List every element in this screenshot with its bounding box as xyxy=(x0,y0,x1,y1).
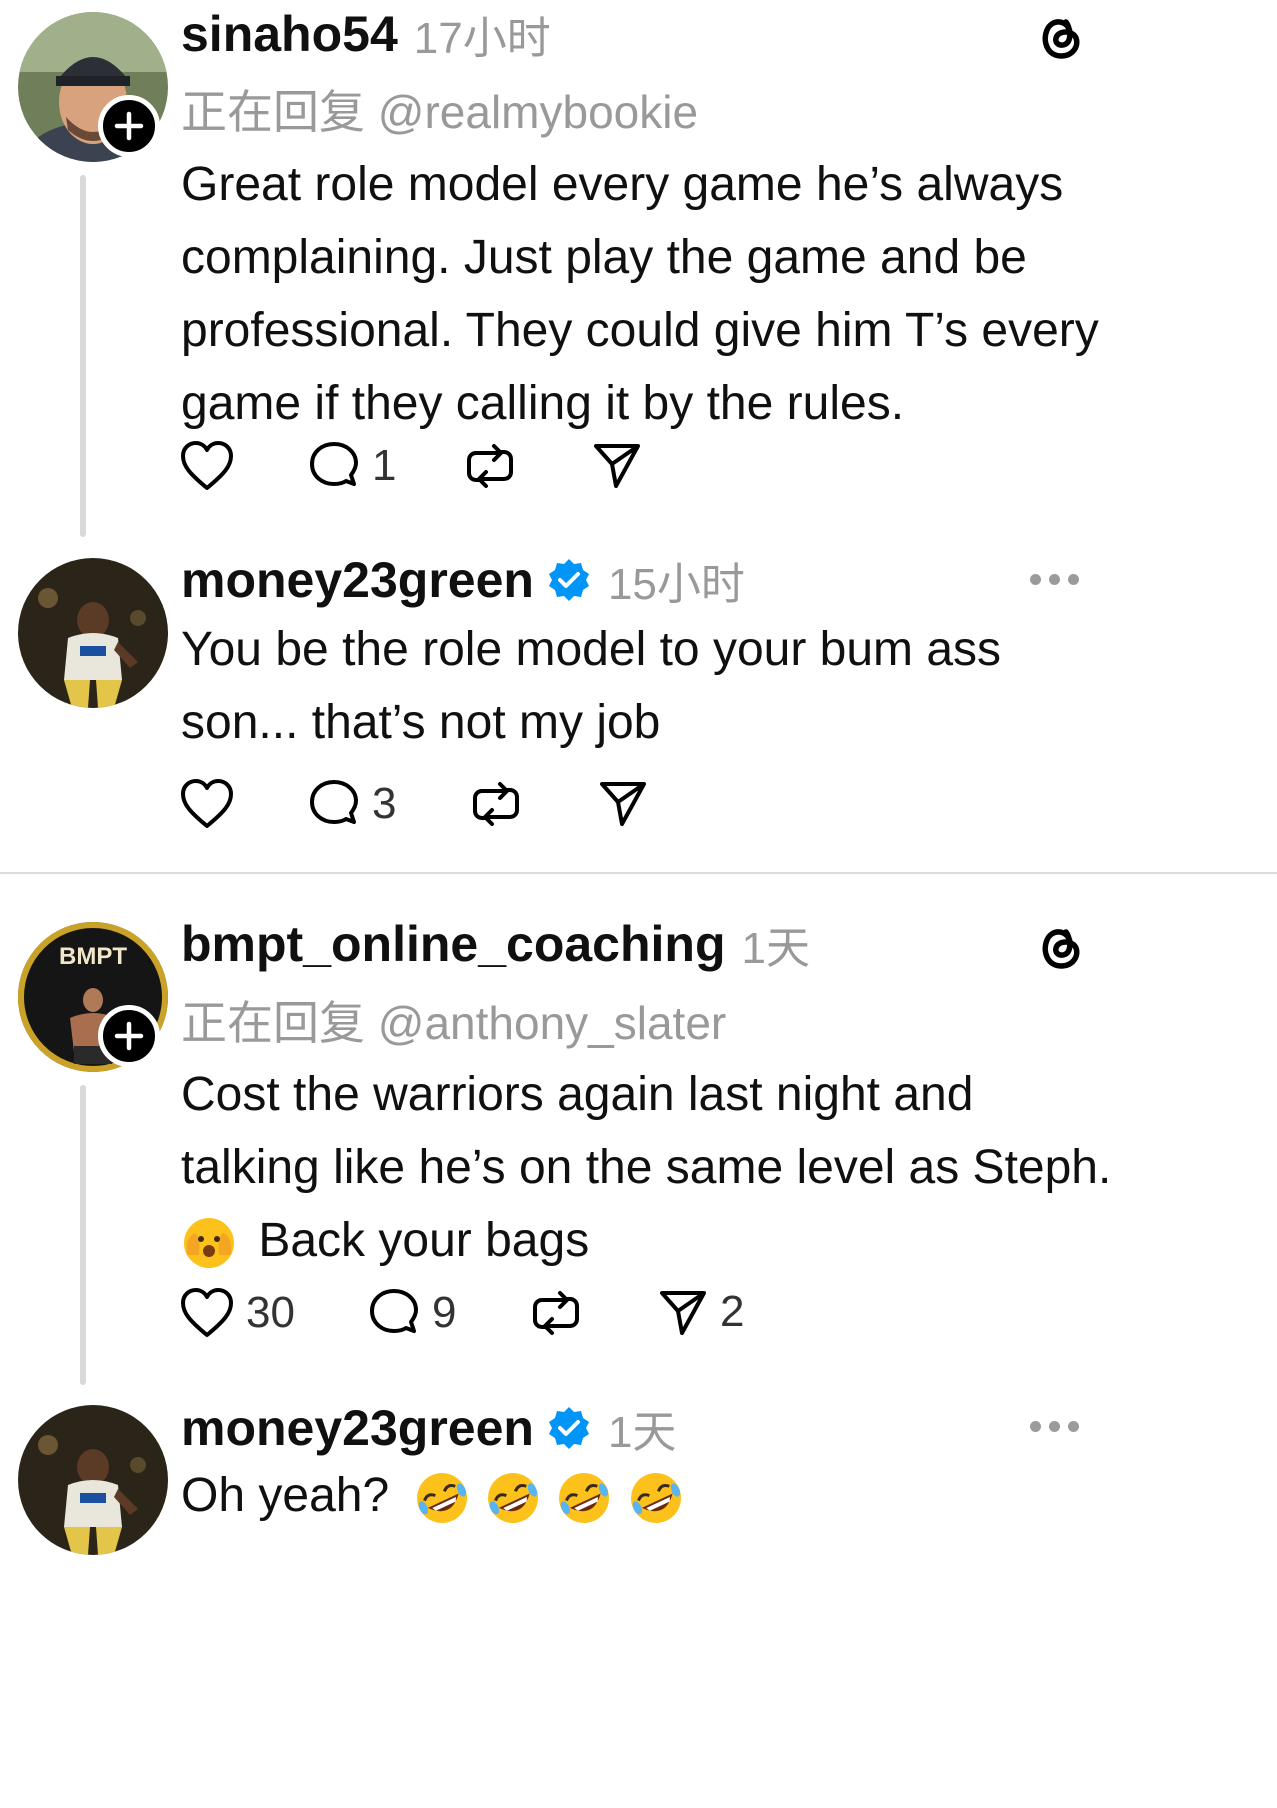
timestamp: 1天 xyxy=(741,924,810,973)
comment-icon xyxy=(310,442,358,486)
share-button[interactable] xyxy=(598,778,648,828)
repost-icon xyxy=(473,782,519,826)
post-text-line: complaining. Just play the game and be xyxy=(181,231,1027,284)
post-text-line: Oh yeah? xyxy=(181,1459,685,1532)
like-button[interactable]: 30 xyxy=(180,1287,295,1339)
like-button[interactable] xyxy=(180,440,234,492)
comment-icon xyxy=(310,780,358,824)
timestamp: 15小时 xyxy=(607,560,745,609)
post-text-fragment: Oh yeah? xyxy=(181,1469,390,1522)
share-count: 2 xyxy=(720,1287,745,1336)
username[interactable]: sinaho54 xyxy=(181,5,398,63)
like-count: 30 xyxy=(246,1288,295,1337)
laughing-emoji-group xyxy=(413,1469,685,1524)
post-text-line: You be the role model to your bum ass xyxy=(181,623,1002,676)
threads-logo-icon[interactable] xyxy=(1030,916,1088,974)
heart-icon xyxy=(181,779,233,828)
follow-plus-icon xyxy=(114,111,144,141)
post-text-line: Cost the warriors again last night and xyxy=(181,1068,974,1121)
more-options-icon[interactable] xyxy=(1030,1421,1079,1432)
heart-icon xyxy=(181,1288,233,1337)
comment-button[interactable]: 1 xyxy=(308,440,396,492)
post-body: Oh yeah? xyxy=(181,1459,685,1532)
comment-icon xyxy=(370,1289,418,1333)
share-icon xyxy=(594,444,640,488)
post-body: Great role model every game he’s always … xyxy=(181,148,1099,440)
post-text-line: talking like he’s on the same level as S… xyxy=(181,1141,1112,1194)
repost-button[interactable] xyxy=(530,1287,582,1339)
repost-button[interactable] xyxy=(464,440,516,492)
share-button[interactable] xyxy=(592,440,642,490)
post-text-line: son... that’s not my job xyxy=(181,696,661,749)
rolling-laughing-emoji-icon xyxy=(630,1473,681,1524)
timestamp: 1天 xyxy=(607,1408,677,1457)
post-text-line: Back your bags xyxy=(181,1204,1111,1277)
post-text-line: professional. They could give him T’s ev… xyxy=(181,304,1099,357)
share-icon xyxy=(600,782,646,826)
timestamp: 17小时 xyxy=(413,14,551,63)
follow-button[interactable] xyxy=(98,95,160,157)
share-icon xyxy=(660,1291,706,1335)
rolling-laughing-emoji-icon xyxy=(559,1473,610,1524)
threads-logo-icon[interactable] xyxy=(1030,6,1088,64)
username[interactable]: money23green xyxy=(181,551,534,609)
share-button[interactable]: 2 xyxy=(658,1287,744,1337)
post-text-line: game if they calling it by the rules. xyxy=(181,377,905,430)
comment-button[interactable]: 3 xyxy=(308,778,396,830)
reply-to-label[interactable]: 正在回复 @anthony_slater xyxy=(181,987,726,1053)
rolling-laughing-emoji-icon xyxy=(416,1473,467,1524)
post-text-line: Great role model every game he’s always xyxy=(181,158,1064,211)
reply-to-label[interactable]: 正在回复 @realmybookie xyxy=(181,76,698,142)
shocked-face-emoji-icon xyxy=(184,1218,234,1269)
username[interactable]: money23green xyxy=(181,1399,534,1457)
thread-line xyxy=(80,175,86,537)
verified-badge-icon xyxy=(546,1405,592,1451)
heart-icon xyxy=(181,441,233,490)
more-options-icon[interactable] xyxy=(1030,574,1079,585)
bmpt-logo-text: BMPT xyxy=(59,943,127,970)
comment-count: 9 xyxy=(432,1288,457,1337)
follow-button[interactable] xyxy=(98,1005,160,1067)
avatar-money23green[interactable] xyxy=(18,1405,168,1555)
comment-count: 1 xyxy=(372,441,397,490)
post-text-fragment: Back your bags xyxy=(258,1214,590,1267)
rolling-laughing-emoji-icon xyxy=(487,1473,538,1524)
avatar-money23green[interactable] xyxy=(18,558,168,708)
repost-icon xyxy=(533,1291,579,1335)
thread-divider xyxy=(0,872,1277,874)
repost-icon xyxy=(467,444,513,488)
verified-badge-icon xyxy=(546,557,592,603)
post-body: Cost the warriors again last night and t… xyxy=(181,1058,1111,1277)
post-body: You be the role model to your bum ass so… xyxy=(181,613,1001,759)
comment-count: 3 xyxy=(372,779,397,828)
follow-plus-icon xyxy=(114,1021,144,1051)
username[interactable]: bmpt_online_coaching xyxy=(181,915,726,973)
comment-button[interactable]: 9 xyxy=(368,1287,456,1339)
thread-line xyxy=(80,1085,86,1385)
repost-button[interactable] xyxy=(470,778,522,830)
like-button[interactable] xyxy=(180,778,234,830)
